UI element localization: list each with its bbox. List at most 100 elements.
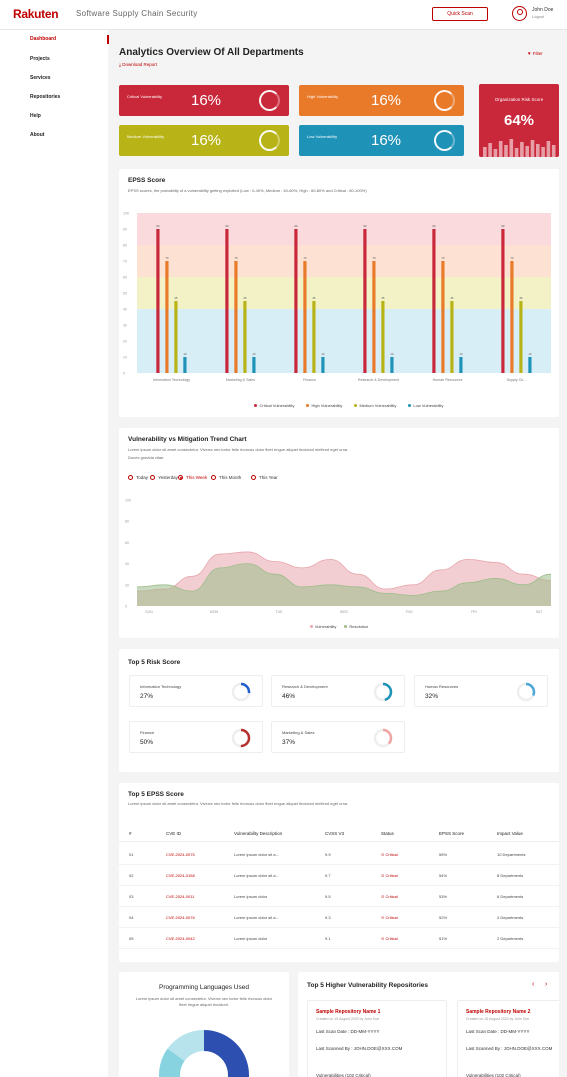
table-cell-epss: 53% <box>439 894 448 899</box>
trend-legend: Vulnerability Resolution <box>269 624 409 629</box>
download-report-link[interactable]: ⤓ Download Report <box>119 62 157 67</box>
epss-bar-label: 70 <box>165 256 169 260</box>
epss-bar <box>363 229 367 373</box>
table-cell-impact: 10 Departments <box>497 852 526 857</box>
sidebar-item-help[interactable]: Help <box>30 113 41 119</box>
range-option[interactable]: This Month <box>211 475 241 481</box>
epss-x-tick: Marketing & Sales <box>226 378 255 382</box>
sidebar-item-dashboard[interactable]: Dashboard <box>30 36 56 42</box>
epss-bar-label: 90 <box>363 224 367 228</box>
kpi-card: Low Vulnerability 16% <box>299 125 464 156</box>
epss-bar <box>165 261 169 373</box>
user-logout-link[interactable]: Logout <box>532 14 544 19</box>
carousel-next-icon[interactable]: › <box>545 981 547 988</box>
repo-name[interactable]: Sample Repository Name 1 <box>316 1009 380 1015</box>
epss-bar-label: 10 <box>252 352 256 356</box>
epss-x-tick: Information Technology <box>153 378 190 382</box>
table-header: CVSS V3 <box>325 831 345 836</box>
risk-item: Human Resources 32% <box>414 675 548 707</box>
epss-bar-label: 90 <box>225 224 229 228</box>
risk-donut <box>231 728 251 748</box>
table-row-divider <box>119 948 559 949</box>
kpi-progress-ring <box>259 90 280 111</box>
epss-bar-label: 70 <box>441 256 445 260</box>
risk-donut <box>373 728 393 748</box>
download-report-label: Download Report <box>122 62 158 67</box>
epss-y-tick: 30 <box>123 324 127 328</box>
epss-bar <box>294 229 298 373</box>
epss-bar <box>381 301 385 373</box>
epss-y-tick: 80 <box>123 244 127 248</box>
table-row-divider <box>119 864 559 865</box>
trend-y-tick: 80 <box>125 520 129 524</box>
range-option[interactable]: Today <box>128 475 148 481</box>
epss-bar <box>372 261 376 373</box>
top-epss-title: Top 5 EPSS Score <box>128 791 184 798</box>
trend-title: Vulnerability vs Mitigation Trend Chart <box>128 436 247 443</box>
repository-card[interactable]: Sample Repository Name 2 Created on 15 A… <box>457 1000 559 1077</box>
sidebar-item-services[interactable]: Services <box>30 75 51 81</box>
epss-title: EPSS Score <box>128 177 166 184</box>
risk-item-pct: 46% <box>282 693 296 700</box>
sidebar-item-projects[interactable]: Projects <box>30 56 50 62</box>
org-risk-bar <box>551 145 556 157</box>
repo-last-scan: Last Scan Date : DD-MM-YYYY <box>316 1029 380 1034</box>
epss-bar <box>321 357 325 373</box>
carousel-prev-icon[interactable]: ‹ <box>532 981 534 988</box>
table-cell-cve[interactable]: CVE-2024-0042 <box>166 936 195 941</box>
table-cell-cvss: 9.9 <box>325 852 331 857</box>
user-name[interactable]: John Doe <box>532 7 553 13</box>
table-cell-desc: Lorem ipsum dolor sit a... <box>234 873 279 878</box>
epss-bar-label: 10 <box>321 352 325 356</box>
epss-y-tick: 40 <box>123 308 127 312</box>
repo-name[interactable]: Sample Repository Name 2 <box>466 1009 530 1015</box>
range-option[interactable]: Yesterday <box>150 475 178 481</box>
table-cell-desc: Lorem ipsum dolor <box>234 894 268 899</box>
org-risk-bars-graphic <box>483 139 556 157</box>
epss-bar <box>450 301 454 373</box>
table-cell-desc: Lorem ipsum dolor sit a... <box>234 915 279 920</box>
table-cell-epss: 51% <box>439 936 448 941</box>
epss-bar-label: 10 <box>459 352 463 356</box>
sidebar-item-about[interactable]: About <box>30 132 44 138</box>
epss-score-card: EPSS Score EPSS scores, the probability … <box>119 169 559 417</box>
table-cell-cve[interactable]: CVE-2024-0075 <box>166 852 195 857</box>
table-cell-cve[interactable]: CVE-2024-0076 <box>166 915 195 920</box>
epss-bar-label: 10 <box>528 352 532 356</box>
org-risk-bar <box>514 148 519 157</box>
table-header: Impact Value <box>497 831 523 836</box>
org-risk-bar <box>520 142 524 157</box>
sidebar-item-repositories[interactable]: Repositories <box>30 94 60 100</box>
table-row-divider <box>119 906 559 907</box>
epss-bar-label: 70 <box>372 256 376 260</box>
range-option[interactable]: This Year <box>251 475 278 481</box>
repository-card[interactable]: Sample Repository Name 1 Created on 15 A… <box>307 1000 447 1077</box>
table-row-divider <box>119 885 559 886</box>
epss-legend-item: Critical Vulnerability <box>254 403 294 408</box>
table-cell-cve[interactable]: CVE-2024-0011 <box>166 894 194 899</box>
quick-scan-button[interactable]: Quick Scan <box>432 7 488 21</box>
epss-bar-label: 45 <box>450 296 454 300</box>
filter-button[interactable]: ▼ Filter <box>527 51 543 56</box>
table-cell-desc: Lorem ipsum dolor <box>234 936 268 941</box>
table-cell-status: ⊙ Critical <box>381 894 398 899</box>
org-risk-label: Organization Risk Score <box>494 97 544 102</box>
rakuten-logo[interactable]: Rakuten <box>13 7 59 21</box>
risk-item: Information Technology 27% <box>129 675 263 707</box>
range-option[interactable]: This Week <box>178 475 207 481</box>
org-risk-bar <box>488 143 492 157</box>
sidebar: Dashboard Projects Services Repositories… <box>0 30 108 1077</box>
table-cell-cvss: 9.3 <box>325 915 331 920</box>
user-avatar-icon[interactable] <box>512 6 527 21</box>
trend-legend-item: Vulnerability <box>309 624 336 629</box>
epss-bar <box>390 357 394 373</box>
epss-bar <box>303 261 307 373</box>
table-cell-status: ⊙ Critical <box>381 915 398 920</box>
trend-y-tick: 40 <box>125 562 129 566</box>
epss-bar <box>243 301 247 373</box>
epss-legend-item: Low Vulnerability <box>408 403 444 408</box>
trend-area-chart: 100 80 60 40 20 0 SUN MON TUE WED THU FRI SAT <box>125 499 552 614</box>
risk-donut <box>516 682 536 702</box>
table-cell-cve[interactable]: CVE-2024-0158 <box>166 873 195 878</box>
risk-item: Finance 50% <box>129 721 263 753</box>
